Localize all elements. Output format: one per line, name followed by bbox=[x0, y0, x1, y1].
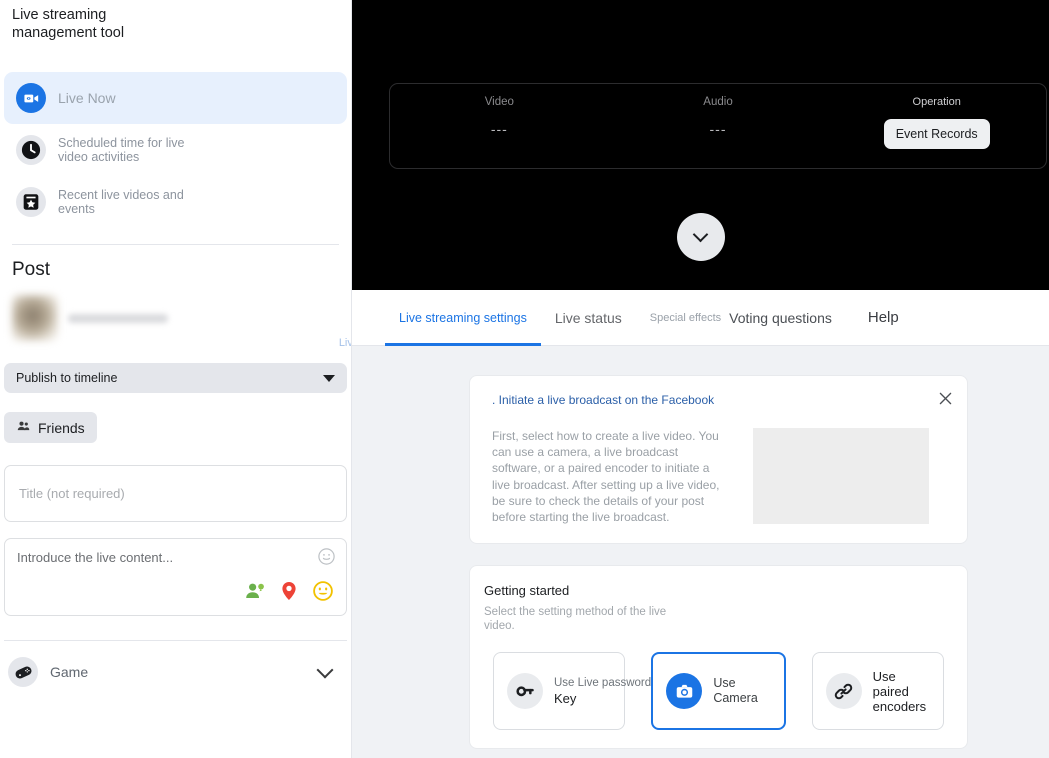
sidebar-item-recent[interactable]: Recent live videos and events bbox=[4, 176, 347, 228]
gamepad-icon bbox=[8, 657, 38, 687]
audience-select[interactable]: Publish to timeline bbox=[4, 363, 347, 393]
tag-people-icon[interactable] bbox=[244, 580, 266, 607]
clock-icon bbox=[16, 135, 46, 165]
tab-live-streaming-settings[interactable]: Live streaming settings bbox=[385, 290, 541, 346]
video-status-label: Video bbox=[390, 96, 609, 108]
game-label: Game bbox=[50, 664, 307, 680]
sidebar: Live streaming management tool Live Now bbox=[0, 0, 352, 758]
app-root: Live streaming management tool Live Now bbox=[0, 0, 1049, 758]
camera-icon bbox=[666, 673, 702, 709]
smiley-outline-icon[interactable] bbox=[317, 547, 336, 566]
operation-label: Operation bbox=[827, 96, 1046, 108]
location-pin-icon[interactable] bbox=[278, 580, 300, 607]
info-card-title: . Initiate a live broadcast on the Faceb… bbox=[492, 393, 947, 407]
audio-status-value: --- bbox=[609, 121, 828, 137]
audio-status-label: Audio bbox=[609, 96, 828, 108]
tab-special-effects[interactable]: Special effects bbox=[636, 290, 725, 346]
profile-name bbox=[68, 314, 168, 323]
compose-tools bbox=[244, 580, 334, 607]
tab-live-status[interactable]: Live status bbox=[541, 290, 636, 346]
option-use-live-password-key[interactable]: Use Live password Key bbox=[493, 652, 625, 730]
profile-row: Live bbox=[0, 281, 351, 341]
info-card: . Initiate a live broadcast on the Faceb… bbox=[469, 375, 968, 544]
link-icon bbox=[826, 673, 862, 709]
chevron-down-icon bbox=[323, 375, 335, 382]
video-stage: Video --- Audio --- Operation Event Reco… bbox=[352, 0, 1049, 290]
title-input[interactable]: Title (not required) bbox=[4, 465, 347, 522]
info-card-text: First, select how to create a live video… bbox=[492, 428, 725, 525]
expand-stage-button[interactable] bbox=[677, 213, 725, 261]
star-archive-icon bbox=[16, 187, 46, 217]
setup-options: Use Live password Key bbox=[484, 652, 953, 730]
video-status-value: --- bbox=[390, 121, 609, 137]
event-records-button[interactable]: Event Records bbox=[884, 119, 990, 149]
app-title: Live streaming management tool bbox=[0, 0, 190, 42]
getting-started-title: Getting started bbox=[484, 583, 953, 598]
sidebar-nav: Live Now Scheduled time for live video a… bbox=[0, 72, 351, 228]
getting-started-subtitle: Select the setting method of the live vi… bbox=[484, 605, 684, 633]
sidebar-item-label: Scheduled time for live video activities bbox=[58, 136, 208, 164]
option-use-paired-encoders[interactable]: Use paired encoders bbox=[812, 652, 944, 730]
privacy-chip-label: Friends bbox=[38, 420, 85, 436]
chevron-down-icon bbox=[693, 227, 709, 243]
post-heading: Post bbox=[0, 245, 351, 281]
option-label: Use paired encoders bbox=[873, 669, 930, 714]
privacy-chip[interactable]: Friends bbox=[4, 412, 97, 443]
tab-bar: Live streaming settings Live status Spec… bbox=[352, 290, 1049, 346]
title-input-placeholder: Title (not required) bbox=[19, 486, 125, 501]
live-badge: Live bbox=[339, 337, 352, 349]
compose-input[interactable]: Introduce the live content... bbox=[4, 538, 347, 616]
option-label: Use Camera bbox=[713, 676, 770, 706]
sidebar-item-label: Recent live videos and events bbox=[58, 188, 208, 216]
audience-select-value: Publish to timeline bbox=[16, 371, 117, 385]
option-use-camera[interactable]: Use Camera bbox=[651, 652, 785, 730]
tab-help[interactable]: Help bbox=[846, 290, 913, 346]
key-icon bbox=[507, 673, 543, 709]
avatar bbox=[12, 295, 58, 341]
option-sublabel: Use Live password bbox=[554, 677, 651, 690]
compose-input-placeholder: Introduce the live content... bbox=[17, 550, 173, 565]
stream-status-bar: Video --- Audio --- Operation Event Reco… bbox=[389, 83, 1047, 169]
tab-voting-questions[interactable]: Voting questions bbox=[725, 290, 846, 346]
option-label: Use Live password Key bbox=[554, 684, 576, 699]
chevron-down-icon bbox=[317, 661, 334, 678]
main-panel: Video --- Audio --- Operation Event Reco… bbox=[352, 0, 1049, 758]
getting-started-card: Getting started Select the setting metho… bbox=[469, 565, 968, 749]
operation-column: Operation Event Records bbox=[827, 84, 1046, 149]
info-card-thumbnail bbox=[753, 428, 929, 524]
info-card-body: First, select how to create a live video… bbox=[492, 428, 947, 525]
content-area: . Initiate a live broadcast on the Faceb… bbox=[352, 346, 1049, 749]
friends-icon bbox=[16, 419, 31, 436]
audio-status-column: Audio --- bbox=[609, 84, 828, 137]
sidebar-item-label: Live Now bbox=[58, 91, 116, 105]
sidebar-item-scheduled[interactable]: Scheduled time for live video activities bbox=[4, 124, 347, 176]
emoji-icon[interactable] bbox=[312, 580, 334, 607]
close-icon[interactable] bbox=[937, 390, 954, 407]
video-camera-icon bbox=[16, 83, 46, 113]
option-maintext: Key bbox=[554, 691, 576, 706]
video-status-column: Video --- bbox=[390, 84, 609, 137]
game-section[interactable]: Game bbox=[0, 641, 351, 687]
sidebar-item-live-now[interactable]: Live Now bbox=[4, 72, 347, 124]
